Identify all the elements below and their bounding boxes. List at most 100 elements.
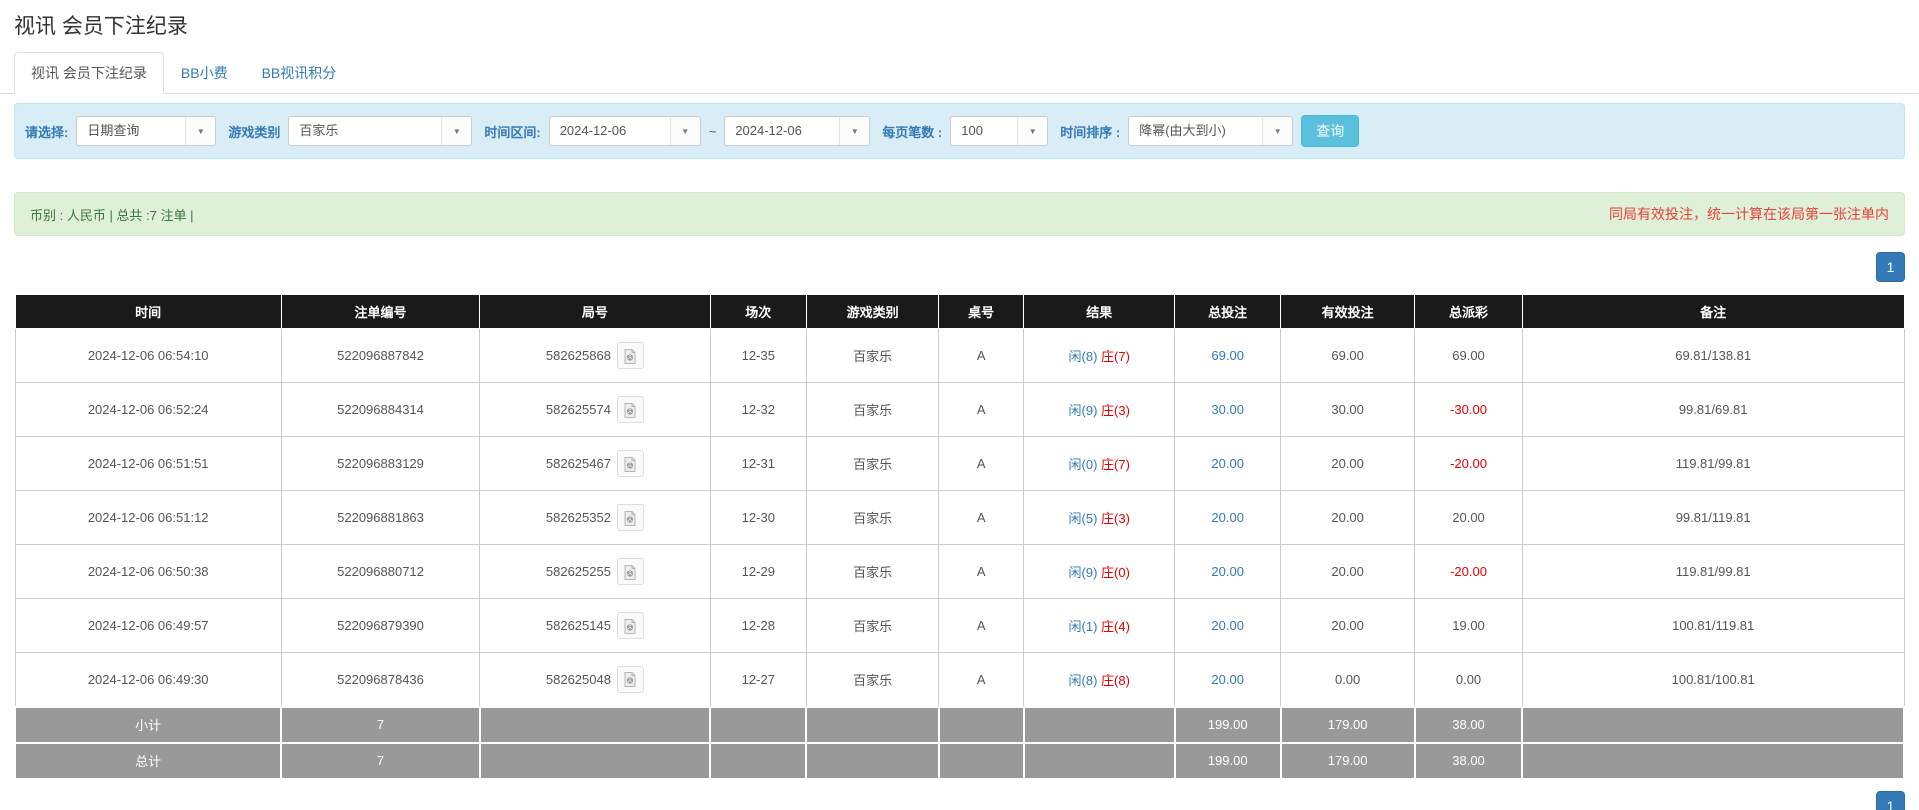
- result-banker: 庄(3): [1101, 403, 1130, 418]
- page-1-button[interactable]: 1: [1876, 791, 1905, 810]
- remark-cell: 100.81/119.81: [1522, 599, 1904, 653]
- result-banker: 庄(4): [1101, 619, 1130, 634]
- col-round-id: 局号: [480, 295, 710, 329]
- round-id-value: 582625574: [546, 402, 611, 417]
- payout-cell: 0.00: [1415, 653, 1523, 707]
- total-bet-cell: 69.00: [1175, 329, 1281, 383]
- result-cell: 闲(8) 庄(7): [1024, 329, 1175, 383]
- tab-betting-records[interactable]: 视讯 会员下注纪录: [14, 52, 164, 94]
- session-cell: 12-29: [710, 545, 806, 599]
- video-replay-button[interactable]: [617, 504, 644, 531]
- subtotal-valid-bet: 179.00: [1281, 707, 1415, 743]
- total-bet-cell: 20.00: [1175, 545, 1281, 599]
- total-label: 总计: [15, 743, 281, 779]
- subtotal-count: 7: [281, 707, 479, 743]
- tab-bb-video-points[interactable]: BB视讯积分: [245, 52, 354, 94]
- round-id-cell: 582625145: [480, 599, 710, 653]
- video-replay-button[interactable]: [617, 396, 644, 423]
- search-button[interactable]: 查询: [1301, 115, 1359, 147]
- video-file-icon: [622, 618, 638, 634]
- video-replay-button[interactable]: [617, 666, 644, 693]
- date-to-picker[interactable]: 2024-12-06 ▼: [724, 116, 870, 146]
- video-replay-button[interactable]: [617, 612, 644, 639]
- game-type-cell: 百家乐: [806, 437, 938, 491]
- table-row: 2024-12-06 06:51:51 522096883129 5826254…: [15, 437, 1904, 491]
- payout-cell: 19.00: [1415, 599, 1523, 653]
- bet-id-cell: 522096880712: [281, 545, 479, 599]
- total-bet-link[interactable]: 69.00: [1211, 348, 1244, 363]
- chevron-down-icon[interactable]: ▼: [185, 117, 215, 145]
- table-no-cell: A: [939, 599, 1024, 653]
- video-file-icon: [622, 564, 638, 580]
- remark-cell: 99.81/69.81: [1522, 383, 1904, 437]
- video-file-icon: [622, 510, 638, 526]
- tab-bb-tips[interactable]: BB小费: [164, 52, 245, 94]
- total-count: 7: [281, 743, 479, 779]
- date-from-picker[interactable]: 2024-12-06 ▼: [549, 116, 701, 146]
- result-player: 闲(9): [1069, 403, 1098, 418]
- subtotal-label: 小计: [15, 707, 281, 743]
- total-payout: 38.00: [1415, 743, 1523, 779]
- game-type-cell: 百家乐: [806, 383, 938, 437]
- time-sort-value: 降幂(由大到小): [1129, 117, 1262, 145]
- total-bet-cell: 20.00: [1175, 491, 1281, 545]
- result-banker: 庄(0): [1101, 565, 1130, 580]
- time-cell: 2024-12-06 06:50:38: [15, 545, 281, 599]
- chevron-down-icon[interactable]: ▼: [1017, 117, 1047, 145]
- total-bet-cell: 20.00: [1175, 437, 1281, 491]
- table-row: 2024-12-06 06:54:10 522096887842 5826258…: [15, 329, 1904, 383]
- time-cell: 2024-12-06 06:51:51: [15, 437, 281, 491]
- result-player: 闲(8): [1069, 349, 1098, 364]
- payout-cell: 20.00: [1415, 491, 1523, 545]
- summary-currency-count: 币别 : 人民币 | 总共 :7 注单 |: [30, 205, 194, 224]
- result-cell: 闲(5) 庄(3): [1024, 491, 1175, 545]
- chevron-down-icon[interactable]: ▼: [670, 117, 700, 145]
- total-bet-cell: 30.00: [1175, 383, 1281, 437]
- total-bet-cell: 20.00: [1175, 599, 1281, 653]
- total-valid-bet: 179.00: [1281, 743, 1415, 779]
- time-cell: 2024-12-06 06:49:57: [15, 599, 281, 653]
- pagination-bottom: 1: [1876, 791, 1905, 810]
- game-type-select[interactable]: 百家乐 ▼: [288, 116, 472, 146]
- round-id-value: 582625048: [546, 672, 611, 687]
- valid-bet-cell: 20.00: [1281, 599, 1415, 653]
- video-file-icon: [622, 671, 638, 687]
- video-replay-button[interactable]: [617, 558, 644, 585]
- game-type-value: 百家乐: [289, 117, 441, 145]
- total-bet-link[interactable]: 20.00: [1211, 510, 1244, 525]
- bet-id-cell: 522096884314: [281, 383, 479, 437]
- total-row: 总计 7 199.00 179.00 38.00: [15, 743, 1904, 779]
- total-bet-link[interactable]: 30.00: [1211, 402, 1244, 417]
- page-1-button[interactable]: 1: [1876, 252, 1905, 282]
- time-sort-select[interactable]: 降幂(由大到小) ▼: [1128, 116, 1293, 146]
- date-range-separator: ~: [709, 124, 717, 139]
- subtotal-payout: 38.00: [1415, 707, 1523, 743]
- total-bet-link[interactable]: 20.00: [1211, 564, 1244, 579]
- table-no-cell: A: [939, 329, 1024, 383]
- total-bet-link[interactable]: 20.00: [1211, 456, 1244, 471]
- round-id-cell: 582625868: [480, 329, 710, 383]
- result-banker: 庄(7): [1101, 457, 1130, 472]
- query-type-label: 请选择:: [25, 122, 68, 141]
- chevron-down-icon[interactable]: ▼: [839, 117, 869, 145]
- valid-bet-cell: 69.00: [1281, 329, 1415, 383]
- video-file-icon: [622, 402, 638, 418]
- video-replay-button[interactable]: [617, 450, 644, 477]
- video-file-icon: [622, 348, 638, 364]
- remark-cell: 119.81/99.81: [1522, 545, 1904, 599]
- chevron-down-icon[interactable]: ▼: [1262, 117, 1292, 145]
- total-bet-link[interactable]: 20.00: [1211, 672, 1244, 687]
- result-cell: 闲(9) 庄(3): [1024, 383, 1175, 437]
- round-id-cell: 582625574: [480, 383, 710, 437]
- round-id-cell: 582625048: [480, 653, 710, 707]
- chevron-down-icon[interactable]: ▼: [441, 117, 471, 145]
- table-row: 2024-12-06 06:49:30 522096878436 5826250…: [15, 653, 1904, 707]
- page-size-select[interactable]: 100 ▼: [950, 116, 1048, 146]
- total-bet-link[interactable]: 20.00: [1211, 618, 1244, 633]
- time-cell: 2024-12-06 06:54:10: [15, 329, 281, 383]
- video-replay-button[interactable]: [617, 342, 644, 369]
- col-bet-id: 注单编号: [281, 295, 479, 329]
- query-type-select[interactable]: 日期查询 ▼: [76, 116, 216, 146]
- time-sort-label: 时间排序 :: [1060, 122, 1120, 141]
- remark-cell: 100.81/100.81: [1522, 653, 1904, 707]
